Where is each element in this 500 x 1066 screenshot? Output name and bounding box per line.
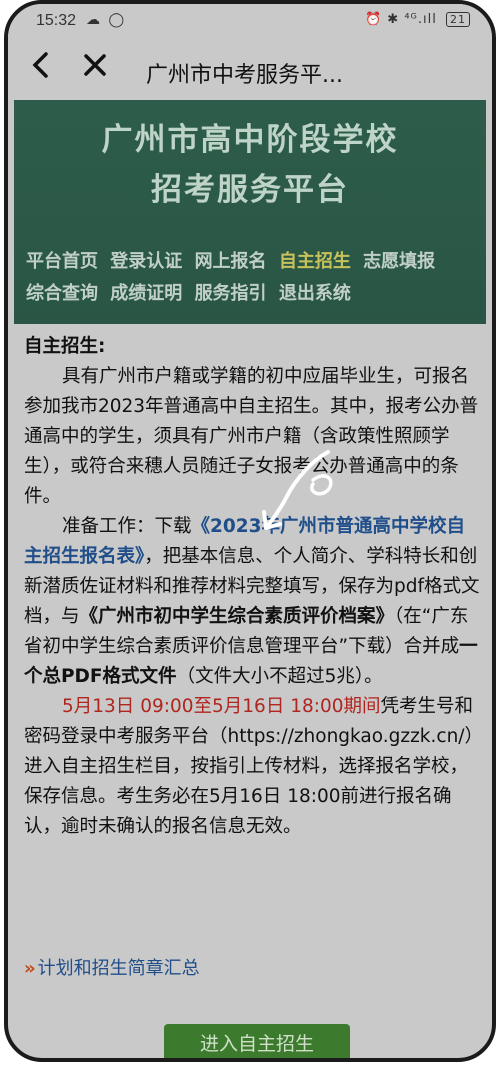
menu-item-query[interactable]: 综合查询 — [26, 283, 98, 304]
status-time: 15:32 — [36, 12, 77, 29]
nav-bar: 广州市中考服务平... — [8, 40, 492, 100]
plan-summary-link[interactable]: » 计划和招生简章汇总 — [24, 954, 200, 980]
banner-title-line1: 广州市高中阶段学校 — [101, 122, 399, 158]
status-bar: 15:32 ☁ ◯ ⏰ ✱ ⁴ᴳ.ıll 21 — [8, 4, 492, 40]
menu-item-service-guide[interactable]: 服务指引 — [195, 283, 267, 304]
menu-item-score-proof[interactable]: 成绩证明 — [110, 283, 182, 304]
battery-icon: 21 — [446, 12, 470, 27]
menu-item-online-apply[interactable]: 网上报名 — [195, 251, 267, 272]
menu-item-preferences[interactable]: 志愿填报 — [363, 251, 435, 272]
menu-item-login[interactable]: 登录认证 — [110, 251, 182, 272]
banner-title-line2: 招考服务平台 — [151, 172, 349, 208]
phone-frame: 15:32 ☁ ◯ ⏰ ✱ ⁴ᴳ.ıll 21 广州市中考服务平... 广州市高… — [4, 0, 496, 1062]
menu-item-logout[interactable]: 退出系统 — [279, 283, 351, 304]
file-size-note: （文件大小不超过5兆）。 — [176, 666, 383, 687]
hand-drawn-arrow-icon — [262, 450, 333, 530]
submission-instructions: 凭考生号和密码登录中考服务平台（https://zhongkao.gzzk.cn… — [24, 696, 474, 837]
eligibility-paragraph: 具有广州市户籍或学籍的初中应届毕业生，可报名参加我市2023年普通高中自主招生。… — [24, 366, 479, 507]
submission-period: 5月13日 09:00至5月16日 18:00期间 — [62, 696, 381, 717]
self-enrollment-content: 自主招生: 具有广州市户籍或学籍的初中应届毕业生，可报名参加我市2023年普通高… — [24, 332, 482, 842]
page-title: 广州市中考服务平... — [146, 63, 343, 88]
submission-paragraph: 5月13日 09:00至5月16日 18:00期间凭考生号和密码登录中考服务平台… — [24, 692, 482, 842]
double-chevron-icon: » — [24, 958, 36, 979]
status-notification-icons: ☁ ◯ — [86, 12, 127, 28]
site-banner: 广州市高中阶段学校 招考服务平台 平台首页 登录认证 网上报名 自主招生 志愿填… — [14, 100, 486, 324]
signal-icon: ⏰ ✱ ⁴ᴳ.ıll — [364, 12, 437, 27]
menu-item-home[interactable]: 平台首页 — [26, 251, 98, 272]
back-icon[interactable] — [30, 50, 52, 89]
download-text: 下载 — [154, 516, 192, 537]
enter-self-enrollment-button[interactable]: 进入自主招生 — [164, 1024, 350, 1058]
prep-label: 准备工作： — [62, 516, 155, 537]
menu-row-2: 综合查询 成绩证明 服务指引 退出系统 — [26, 278, 441, 310]
menu-item-self-enrollment[interactable]: 自主招生 — [279, 251, 351, 272]
menu-row-1: 平台首页 登录认证 网上报名 自主招生 志愿填报 — [26, 246, 441, 278]
main-menu: 平台首页 登录认证 网上报名 自主招生 志愿填报 综合查询 成绩证明 服务指引 … — [26, 246, 441, 310]
archive-name: 《广州市初中学生综合素质评价档案》 — [79, 606, 395, 627]
status-system-icons: ⏰ ✱ ⁴ᴳ.ıll 21 — [365, 12, 470, 27]
preparation-paragraph: 准备工作：下载《2023年广州市普通高中学校自主招生报名表》，把基本信息、个人简… — [24, 512, 482, 692]
section-heading: 自主招生: — [24, 336, 106, 357]
close-icon[interactable] — [82, 50, 108, 89]
